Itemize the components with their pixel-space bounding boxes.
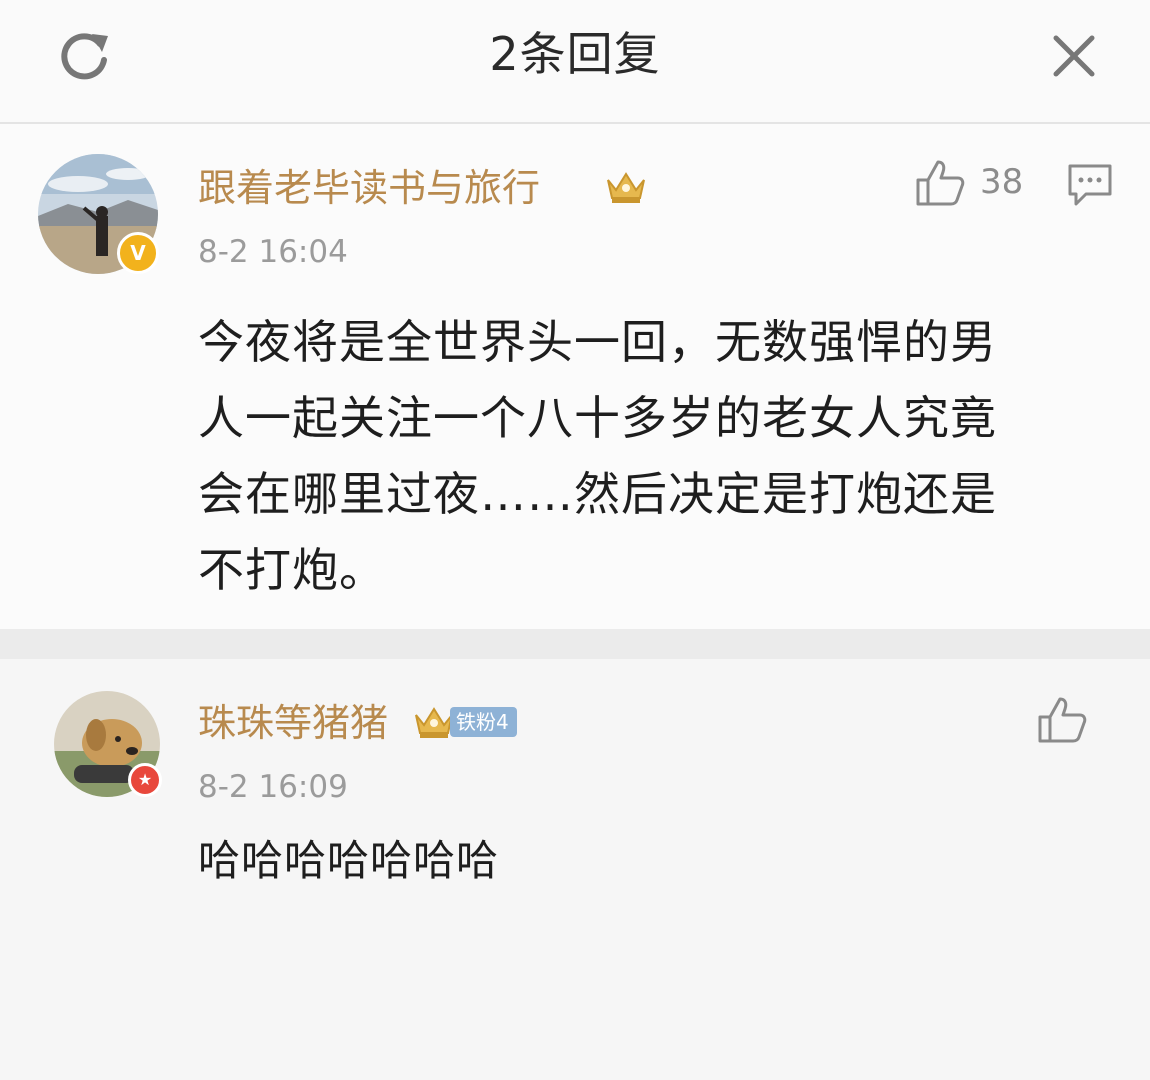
comment-body-line: 人一起关注一个八十多岁的老女人究竟: [198, 391, 997, 445]
comment-body: 今夜将是全世界头一回，无数强悍的男 人一起关注一个八十多岁的老女人究竟 会在哪里…: [198, 304, 997, 608]
reply-comment: ★ 珠珠等猪猪 铁粉4 8-2 16:09 哈哈哈哈哈哈哈: [0, 659, 1150, 1080]
comment-body-line: 今夜将是全世界头一回，无数强悍的男: [198, 315, 997, 369]
section-divider: [0, 629, 1150, 659]
crown-icon: [607, 172, 645, 203]
reply-username[interactable]: 珠珠等猪猪: [198, 697, 388, 749]
comment-username[interactable]: 跟着老毕读书与旅行: [198, 162, 540, 214]
thumbs-up-icon[interactable]: [1036, 695, 1088, 745]
reply-body: 哈哈哈哈哈哈哈: [198, 825, 499, 897]
member-badge: ★: [128, 763, 162, 797]
comment-body-line: 会在哪里过夜……然后决定是打炮还是: [198, 467, 997, 521]
comment-icon[interactable]: [1066, 162, 1114, 208]
comment-body-line: 不打炮。: [198, 543, 386, 597]
close-icon[interactable]: [1046, 28, 1102, 84]
comment-timestamp: 8-2 16:04: [198, 234, 348, 270]
fan-badge: 铁粉4: [450, 707, 517, 737]
thumbs-up-icon[interactable]: [914, 158, 966, 208]
page-title: 2条回复: [489, 27, 661, 81]
reply-timestamp: 8-2 16:09: [198, 769, 348, 805]
reply-body-line: 哈哈哈哈哈哈哈: [198, 836, 500, 885]
main-comment: V 跟着老毕读书与旅行 8-2 16:04 38 今夜将是全世界头一回，无数强悍…: [0, 124, 1150, 629]
like-count: 38: [980, 162, 1024, 202]
header-bar: 2条回复: [0, 0, 1150, 124]
verified-badge: V: [117, 232, 159, 274]
